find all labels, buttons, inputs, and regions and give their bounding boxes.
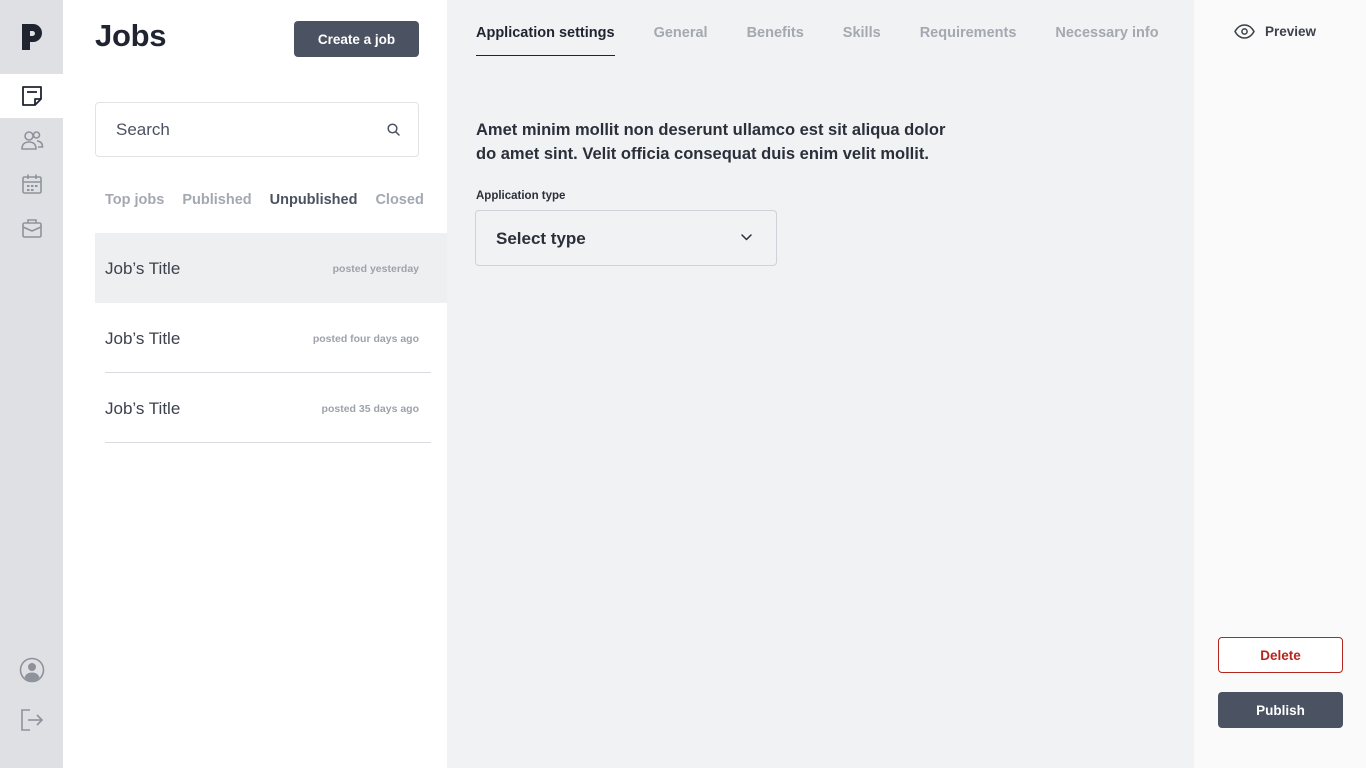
app-logo[interactable] (0, 0, 63, 74)
job-posted-date: posted 35 days ago (321, 403, 419, 415)
job-title: Job’s Title (105, 329, 181, 348)
sidebar-item-jobs[interactable] (0, 74, 63, 118)
application-type-select[interactable]: Select type (475, 210, 777, 266)
tab-skills[interactable]: Skills (843, 25, 881, 56)
sidebar-item-users[interactable] (0, 118, 63, 162)
logout-icon (20, 709, 43, 731)
document-icon (21, 86, 42, 106)
calendar-icon (21, 174, 42, 194)
filter-tab-unpublished[interactable]: Unpublished (270, 192, 358, 208)
job-filter-tabs: Top jobs Published Unpublished Closed (105, 192, 442, 208)
job-posted-date: posted four days ago (312, 333, 419, 345)
application-type-value: Select type (496, 229, 586, 248)
search-input[interactable] (97, 104, 367, 155)
actions-panel: Preview Delete Publish (1194, 0, 1366, 768)
tab-requirements[interactable]: Requirements (920, 25, 1017, 56)
tab-necessary-info[interactable]: Necessary info (1055, 25, 1158, 56)
briefcase-icon (21, 219, 42, 238)
create-job-button[interactable]: Create a job (294, 21, 419, 57)
filter-tab-published[interactable]: Published (182, 192, 251, 208)
jobs-panel: Jobs Create a job Top jobs Published Unp… (63, 0, 447, 768)
job-list-item[interactable]: Job’s Title posted 35 days ago (95, 373, 447, 443)
job-list: Job’s Title posted yesterday Job’s Title… (95, 233, 447, 443)
eye-icon (1234, 24, 1255, 39)
chevron-down-icon (741, 234, 752, 241)
preview-label: Preview (1265, 24, 1317, 39)
page-title: Jobs (95, 18, 167, 53)
row-divider (105, 441, 431, 443)
delete-button[interactable]: Delete (1218, 637, 1343, 673)
job-list-item[interactable]: Job’s Title posted four days ago (95, 303, 447, 373)
tab-general[interactable]: General (654, 25, 708, 56)
job-list-item[interactable]: Job’s Title posted yesterday (95, 233, 447, 303)
job-posted-date: posted yesterday (332, 263, 419, 275)
users-icon (20, 131, 43, 150)
logo-icon (21, 24, 42, 50)
publish-button[interactable]: Publish (1218, 692, 1343, 728)
search-box (95, 102, 419, 157)
tab-benefits[interactable]: Benefits (747, 25, 804, 56)
sidebar-item-calendar[interactable] (0, 162, 63, 206)
job-title: Job’s Title (105, 399, 181, 418)
job-title: Job’s Title (105, 259, 181, 278)
sidebar-rail (0, 0, 63, 768)
application-type-label: Application type (476, 190, 566, 202)
section-description: Amet minim mollit non deserunt ullamco e… (476, 121, 946, 163)
sidebar-item-briefcase[interactable] (0, 206, 63, 250)
tab-application-settings[interactable]: Application settings (476, 25, 615, 56)
job-editor: Application settings General Benefits Sk… (447, 0, 1194, 768)
profile-icon (19, 657, 44, 683)
preview-button[interactable]: Preview (1234, 24, 1316, 39)
search-icon[interactable] (387, 123, 400, 136)
sidebar-item-logout[interactable] (0, 698, 63, 742)
filter-tab-closed[interactable]: Closed (375, 192, 423, 208)
filter-tab-top-jobs[interactable]: Top jobs (105, 192, 164, 208)
editor-tabs: Application settings General Benefits Sk… (476, 25, 1198, 56)
sidebar-item-profile[interactable] (0, 648, 63, 692)
